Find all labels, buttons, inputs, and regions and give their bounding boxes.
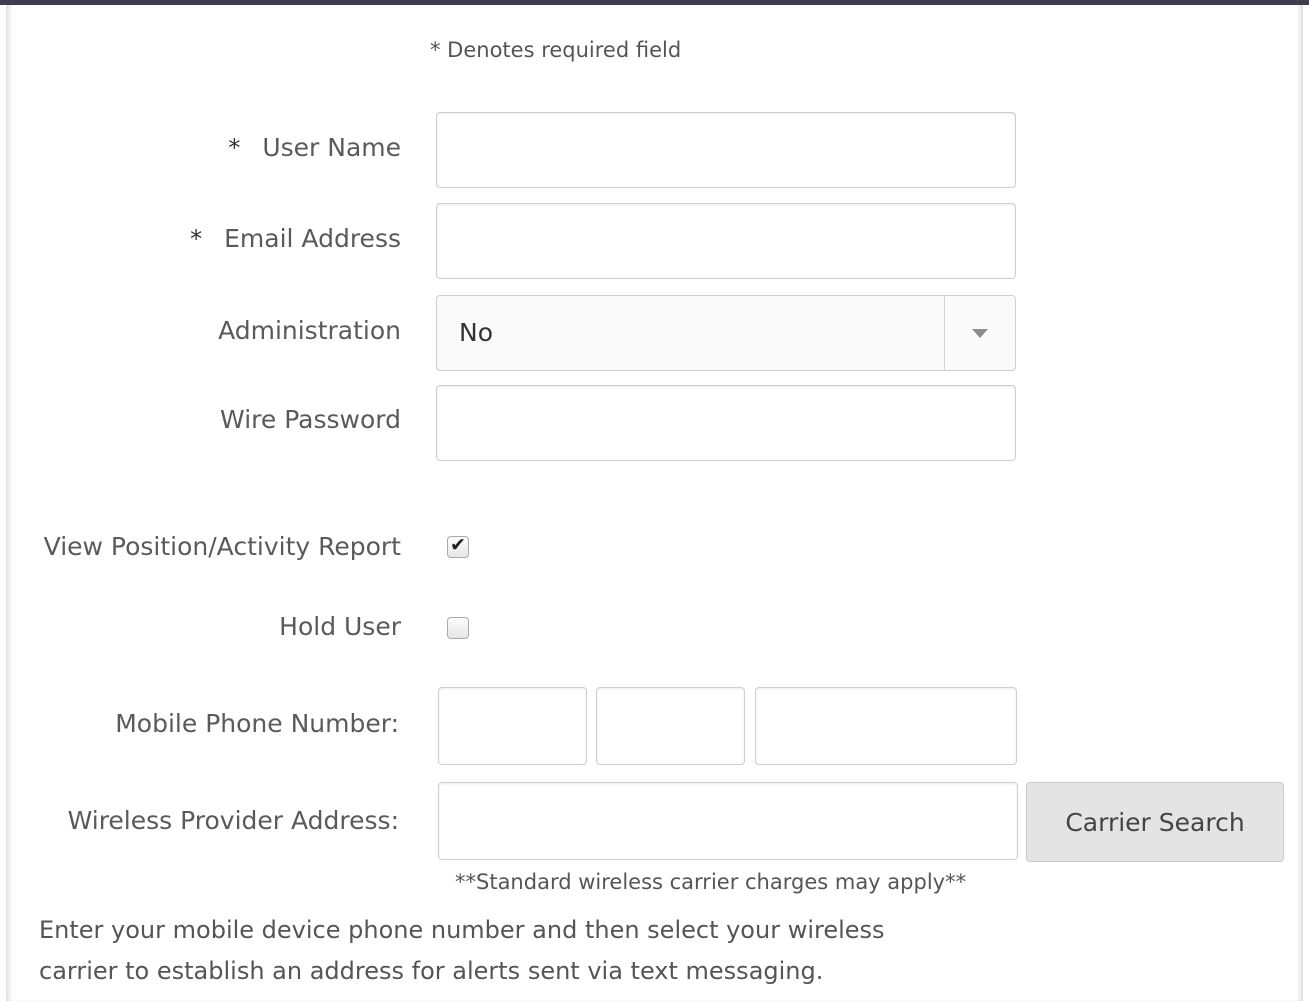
wireless-provider-label: Wireless Provider Address: (67, 806, 399, 835)
view-report-label: View Position/Activity Report (43, 532, 401, 561)
help-text-line: carrier to establish an address for aler… (39, 957, 824, 985)
email-input[interactable] (436, 203, 1016, 279)
user-name-label-text: User Name (262, 133, 401, 162)
hold-user-label: Hold User (279, 612, 401, 641)
hold-user-checkbox[interactable] (447, 617, 469, 639)
user-name-label: * User Name (228, 133, 401, 162)
phone-prefix-input[interactable] (596, 687, 745, 765)
administration-select[interactable]: No (436, 295, 1016, 371)
wireless-provider-input[interactable] (438, 782, 1018, 860)
check-icon: ✔ (450, 534, 466, 556)
carrier-charges-note: **Standard wireless carrier charges may … (455, 870, 967, 894)
phone-area-code-input[interactable] (438, 687, 587, 765)
carrier-search-button[interactable]: Carrier Search (1026, 782, 1284, 862)
phone-line-number-input[interactable] (755, 687, 1017, 765)
select-divider (944, 296, 945, 370)
caret-down-icon[interactable] (972, 329, 988, 338)
mobile-phone-label: Mobile Phone Number: (115, 709, 399, 738)
required-marker: * (190, 225, 203, 253)
email-label: * Email Address (190, 224, 401, 253)
administration-label: Administration (218, 316, 401, 345)
required-field-note: * Denotes required field (430, 38, 682, 62)
email-label-text: Email Address (224, 224, 401, 253)
user-name-input[interactable] (436, 112, 1016, 188)
help-text-line: Enter your mobile device phone number an… (39, 916, 885, 944)
sms-help-text: Enter your mobile device phone number an… (39, 910, 999, 992)
administration-selected-value: No (459, 318, 493, 347)
required-marker: * (228, 134, 241, 162)
wire-password-input[interactable] (436, 385, 1016, 461)
wire-password-label: Wire Password (220, 405, 401, 434)
view-report-checkbox[interactable]: ✔ (447, 534, 469, 558)
